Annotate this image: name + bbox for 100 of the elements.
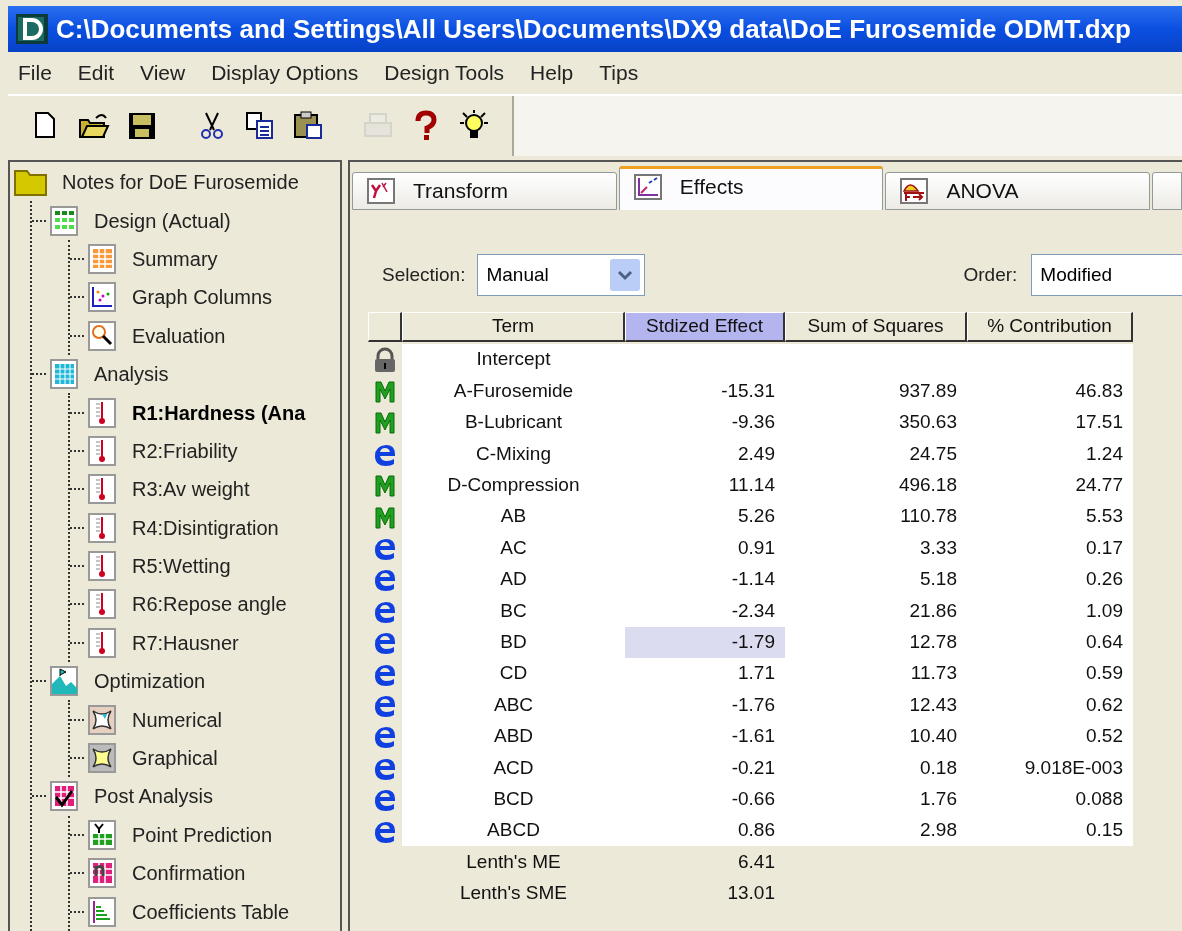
- table-cell-text: 937.89: [897, 378, 958, 403]
- column-header[interactable]: Sum of Squares: [785, 312, 967, 342]
- tab[interactable]: Transform: [352, 172, 617, 210]
- selection-dropdown[interactable]: Manual: [477, 254, 646, 296]
- tree-item[interactable]: Post Analysis: [94, 781, 213, 812]
- table-cell-text: -0.21: [730, 755, 776, 780]
- tree-item[interactable]: Numerical: [132, 704, 223, 735]
- tree-item[interactable]: Confirmation: [132, 858, 246, 889]
- table-cell-text: 3.33: [919, 535, 958, 560]
- menu-item[interactable]: File: [16, 57, 54, 89]
- table-cell-text: 1.71: [737, 661, 776, 686]
- table-cell-text: 5.53: [1085, 504, 1124, 529]
- copy-icon[interactable]: [244, 110, 276, 142]
- menu-item[interactable]: Tips: [597, 57, 641, 89]
- table-cell-text: -15.31: [720, 378, 776, 403]
- table-cell-text: 5.26: [737, 504, 776, 529]
- tree-item[interactable]: R6:Repose angle: [132, 589, 287, 620]
- y-lambda-icon: [367, 178, 395, 204]
- table-cell-text: 5.18: [919, 567, 958, 592]
- table-cell-text: 0.91: [737, 535, 776, 560]
- table-cell-text: 2.98: [919, 818, 958, 843]
- star-shape-icon: [88, 704, 118, 735]
- tab[interactable]: Effects: [618, 166, 884, 210]
- column-header[interactable]: % Contribution: [967, 312, 1133, 342]
- tree-item[interactable]: Evaluation: [132, 320, 226, 351]
- tree-item[interactable]: R1:Hardness (Ana: [132, 397, 306, 428]
- table-cell-text: 350.63: [897, 410, 958, 435]
- table-cell-text: 0.088: [1074, 786, 1124, 811]
- table-cell-text: 0.17: [1085, 535, 1124, 560]
- table-cell-text: 24.75: [908, 441, 958, 466]
- menu-item[interactable]: Help: [528, 57, 576, 89]
- tree-item[interactable]: R7:Hausner: [132, 627, 239, 658]
- menu-item[interactable]: View: [138, 57, 188, 89]
- calculator-icon: [50, 359, 80, 390]
- tab[interactable]: ANOVA: [885, 172, 1151, 210]
- checked-grid-icon: [50, 781, 80, 812]
- table-cell-text: 46.83: [1074, 378, 1124, 403]
- table-cell-text: -9.36: [730, 410, 776, 435]
- table-cell-text: 0.18: [919, 755, 958, 780]
- footer-label: Lenth's SME: [458, 881, 569, 906]
- tree-item[interactable]: Optimization: [94, 666, 206, 697]
- tree-item[interactable]: Design (Actual): [94, 205, 231, 236]
- thermometer-icon: [88, 474, 118, 505]
- save-icon[interactable]: [126, 110, 158, 142]
- table-cell-text: 0.26: [1085, 567, 1124, 592]
- table-cell-text: BC: [499, 598, 528, 623]
- table-cell-text: AC: [499, 535, 528, 560]
- table-cell-text: AB: [499, 504, 528, 529]
- thermometer-icon: [88, 397, 118, 428]
- table-cell-text: 11.73: [909, 661, 958, 686]
- m-letter-icon[interactable]: [372, 378, 398, 405]
- footer-value: 6.41: [737, 849, 776, 874]
- table-cell-text: D-Compression: [446, 473, 581, 497]
- table-cell-text: 10.40: [908, 724, 958, 749]
- tree-item[interactable]: R2:Friability: [132, 435, 238, 466]
- table-cell-text: B-Lubricant: [463, 410, 564, 435]
- menu-item[interactable]: Design Tools: [382, 57, 507, 89]
- table-icon: [88, 243, 118, 274]
- tree-item[interactable]: R3:Av weight: [132, 474, 250, 505]
- menu-item[interactable]: Edit: [75, 57, 117, 89]
- table-cell-text: 24.77: [1074, 473, 1124, 497]
- m-letter-icon[interactable]: [372, 472, 398, 499]
- tree-item[interactable]: Coefficients Table: [132, 896, 290, 927]
- thermometer-icon: [88, 589, 118, 620]
- header-cell: [368, 312, 402, 342]
- order-dropdown[interactable]: Modified: [1031, 254, 1182, 296]
- table-cell-text: BD: [499, 629, 528, 654]
- thermometer-icon: [88, 551, 118, 582]
- tree-item[interactable]: Point Prediction: [132, 819, 273, 850]
- tree-item[interactable]: Graph Columns: [132, 282, 273, 313]
- table-cell-text: Intercept: [475, 347, 552, 372]
- table-cell-text: C-Mixing: [475, 441, 552, 466]
- table-cell-text: 1.76: [919, 786, 958, 811]
- table-cell-text: 17.51: [1074, 410, 1124, 435]
- thermometer-icon: [88, 627, 118, 658]
- tree-item[interactable]: Summary: [132, 243, 218, 274]
- tree-item[interactable]: R4:Disintigration: [132, 512, 279, 543]
- table-cell-text: -1.76: [730, 692, 776, 717]
- table-cell-text: 1.09: [1085, 598, 1124, 623]
- tree-item[interactable]: Analysis: [94, 359, 169, 390]
- padlock-icon[interactable]: [372, 346, 398, 373]
- column-header[interactable]: Term: [402, 312, 625, 342]
- tree-item[interactable]: Graphical: [132, 743, 218, 774]
- table-cell-text: 0.62: [1085, 692, 1124, 717]
- tree-item[interactable]: R5:Wetting: [132, 551, 231, 582]
- table-cell-text: 12.78: [908, 629, 958, 654]
- field-label: Selection:: [382, 262, 466, 287]
- menu-item[interactable]: Display Options: [209, 57, 361, 89]
- table-cell-text: 9.018E-003: [1023, 755, 1124, 780]
- thermometer-icon: [88, 512, 118, 543]
- tree-item[interactable]: Notes for DoE Furosemide: [62, 167, 299, 198]
- table-cell-text: 496.18: [897, 473, 958, 497]
- table-cell-text: 0.86: [737, 818, 776, 843]
- clipboard-icon[interactable]: [292, 110, 324, 142]
- column-header[interactable]: Stdized Effect: [625, 312, 785, 342]
- table-cell-text: 2.49: [737, 441, 776, 466]
- tab[interactable]: [1152, 172, 1182, 210]
- footer-label: Lenth's ME: [465, 849, 562, 874]
- table-cell-text: 0.64: [1085, 629, 1124, 654]
- m-letter-icon[interactable]: [372, 409, 398, 436]
